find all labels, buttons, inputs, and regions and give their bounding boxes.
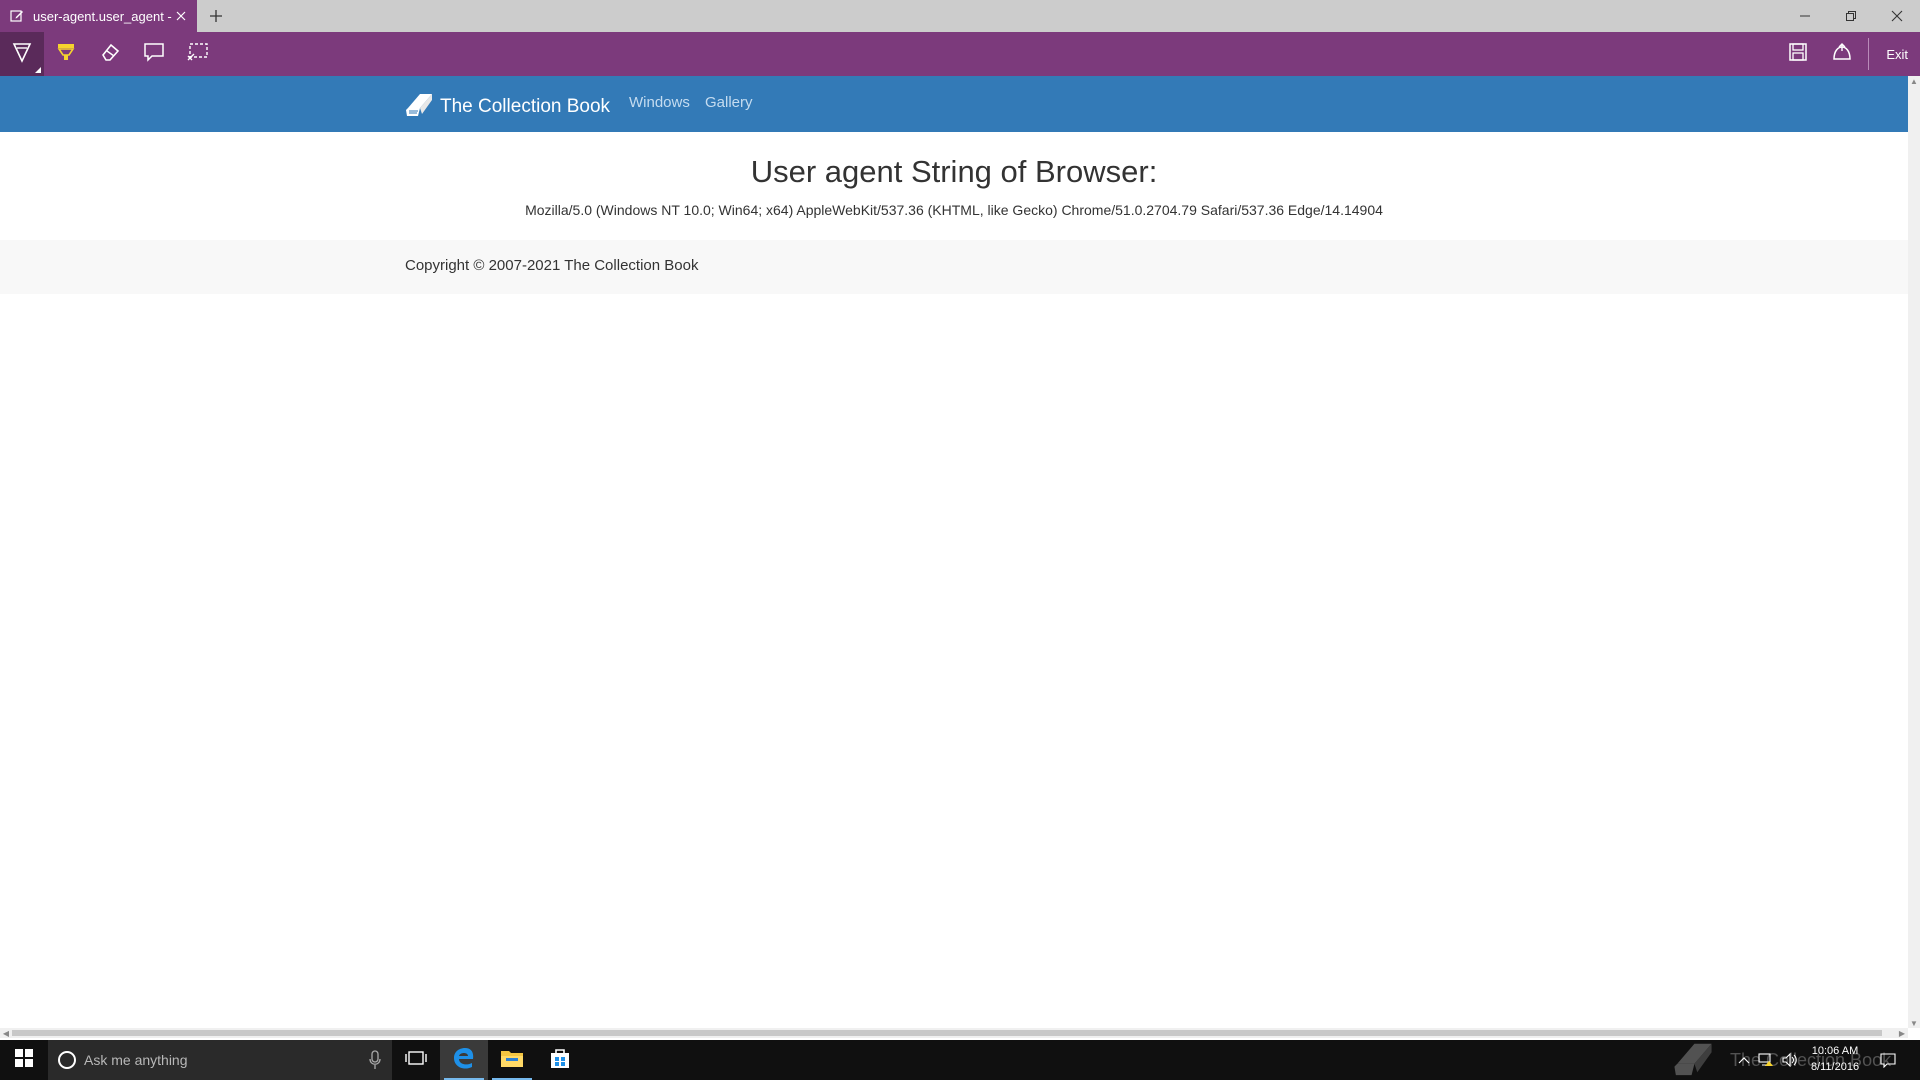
eraser-button[interactable] xyxy=(88,32,132,76)
page-heading: User agent String of Browser: xyxy=(750,154,1158,189)
web-content: The Collection Book Windows Gallery User… xyxy=(0,76,1908,1028)
search-placeholder: Ask me anything xyxy=(84,1052,188,1068)
cortana-search-box[interactable]: Ask me anything xyxy=(48,1040,392,1080)
close-window-icon[interactable] xyxy=(1874,0,1920,32)
nav-link-gallery[interactable]: Gallery xyxy=(705,94,753,111)
folder-icon xyxy=(500,1048,524,1073)
store-bag-icon xyxy=(549,1047,571,1074)
edge-browser-icon xyxy=(452,1046,476,1075)
horizontal-scrollbar[interactable]: ◀ ▶ xyxy=(0,1028,1908,1038)
eraser-icon xyxy=(99,41,121,68)
toolbar-divider xyxy=(1868,38,1869,70)
store-taskbar-app[interactable] xyxy=(536,1040,584,1080)
clip-icon xyxy=(186,41,210,68)
book-icon xyxy=(404,90,440,124)
edge-taskbar-app[interactable] xyxy=(440,1040,488,1080)
save-icon xyxy=(1788,42,1808,67)
user-agent-string: Mozilla/5.0 (Windows NT 10.0; Win64; x64… xyxy=(525,202,1383,218)
volume-icon[interactable] xyxy=(1780,1040,1800,1080)
clock-date: 8/11/2016 xyxy=(1810,1061,1860,1073)
pen-options-indicator xyxy=(35,67,41,73)
highlighter-button[interactable] xyxy=(44,32,88,76)
tab-title: user-agent.user_agent - xyxy=(33,8,172,24)
cortana-icon xyxy=(58,1051,76,1069)
site-footer: Copyright © 2007-2021 The Collection Boo… xyxy=(0,240,1908,294)
task-view-icon xyxy=(405,1050,427,1071)
share-icon xyxy=(1831,42,1853,67)
file-explorer-taskbar-app[interactable] xyxy=(488,1040,536,1080)
active-tab[interactable]: user-agent.user_agent - xyxy=(0,0,197,32)
scroll-left-icon[interactable]: ◀ xyxy=(0,1028,12,1038)
show-hidden-icons[interactable] xyxy=(1736,1040,1752,1080)
tab-strip: user-agent.user_agent - xyxy=(0,0,1920,32)
share-button[interactable] xyxy=(1820,32,1864,76)
site-navbar: The Collection Book Windows Gallery xyxy=(0,76,1908,132)
restore-icon[interactable] xyxy=(1828,0,1874,32)
minimize-icon[interactable] xyxy=(1782,0,1828,32)
task-view-button[interactable] xyxy=(392,1040,440,1080)
microphone-icon[interactable] xyxy=(368,1050,382,1075)
copyright-text: Copyright © 2007-2021 The Collection Boo… xyxy=(405,257,699,274)
horizontal-scroll-thumb[interactable] xyxy=(12,1030,1882,1036)
system-clock[interactable]: 10:06 AM 8/11/2016 xyxy=(1800,1043,1870,1075)
vertical-scrollbar[interactable]: ▲ ▼ xyxy=(1908,76,1920,1028)
comment-icon xyxy=(143,41,165,68)
new-tab-icon[interactable] xyxy=(206,6,226,26)
clip-button[interactable] xyxy=(176,32,220,76)
scroll-down-icon[interactable]: ▼ xyxy=(1908,1018,1920,1028)
nav-link-windows[interactable]: Windows xyxy=(629,94,690,111)
action-center-icon[interactable] xyxy=(1876,1040,1900,1080)
exit-button[interactable]: Exit xyxy=(1886,32,1908,76)
pen-button[interactable] xyxy=(0,32,44,76)
site-brand-link[interactable]: The Collection Book xyxy=(404,90,610,124)
clock-time: 10:06 AM xyxy=(1811,1045,1859,1057)
highlighter-icon xyxy=(55,41,77,68)
scroll-up-icon[interactable]: ▲ xyxy=(1908,76,1920,86)
pen-icon xyxy=(11,41,33,68)
annotation-toolbar: Exit xyxy=(0,32,1920,76)
note-edit-icon xyxy=(9,8,25,24)
save-button[interactable] xyxy=(1776,32,1820,76)
windows-logo-icon xyxy=(15,1048,33,1072)
add-note-button[interactable] xyxy=(132,32,176,76)
close-tab-icon[interactable] xyxy=(173,8,189,24)
windows-taskbar: Ask me anything The Collection Book 10:0… xyxy=(0,1040,1920,1080)
start-button[interactable] xyxy=(0,1040,48,1080)
watermark-book-icon xyxy=(1668,1038,1718,1080)
network-icon[interactable] xyxy=(1756,1040,1776,1080)
scroll-right-icon[interactable]: ▶ xyxy=(1896,1028,1908,1038)
site-brand-text: The Collection Book xyxy=(440,96,611,117)
